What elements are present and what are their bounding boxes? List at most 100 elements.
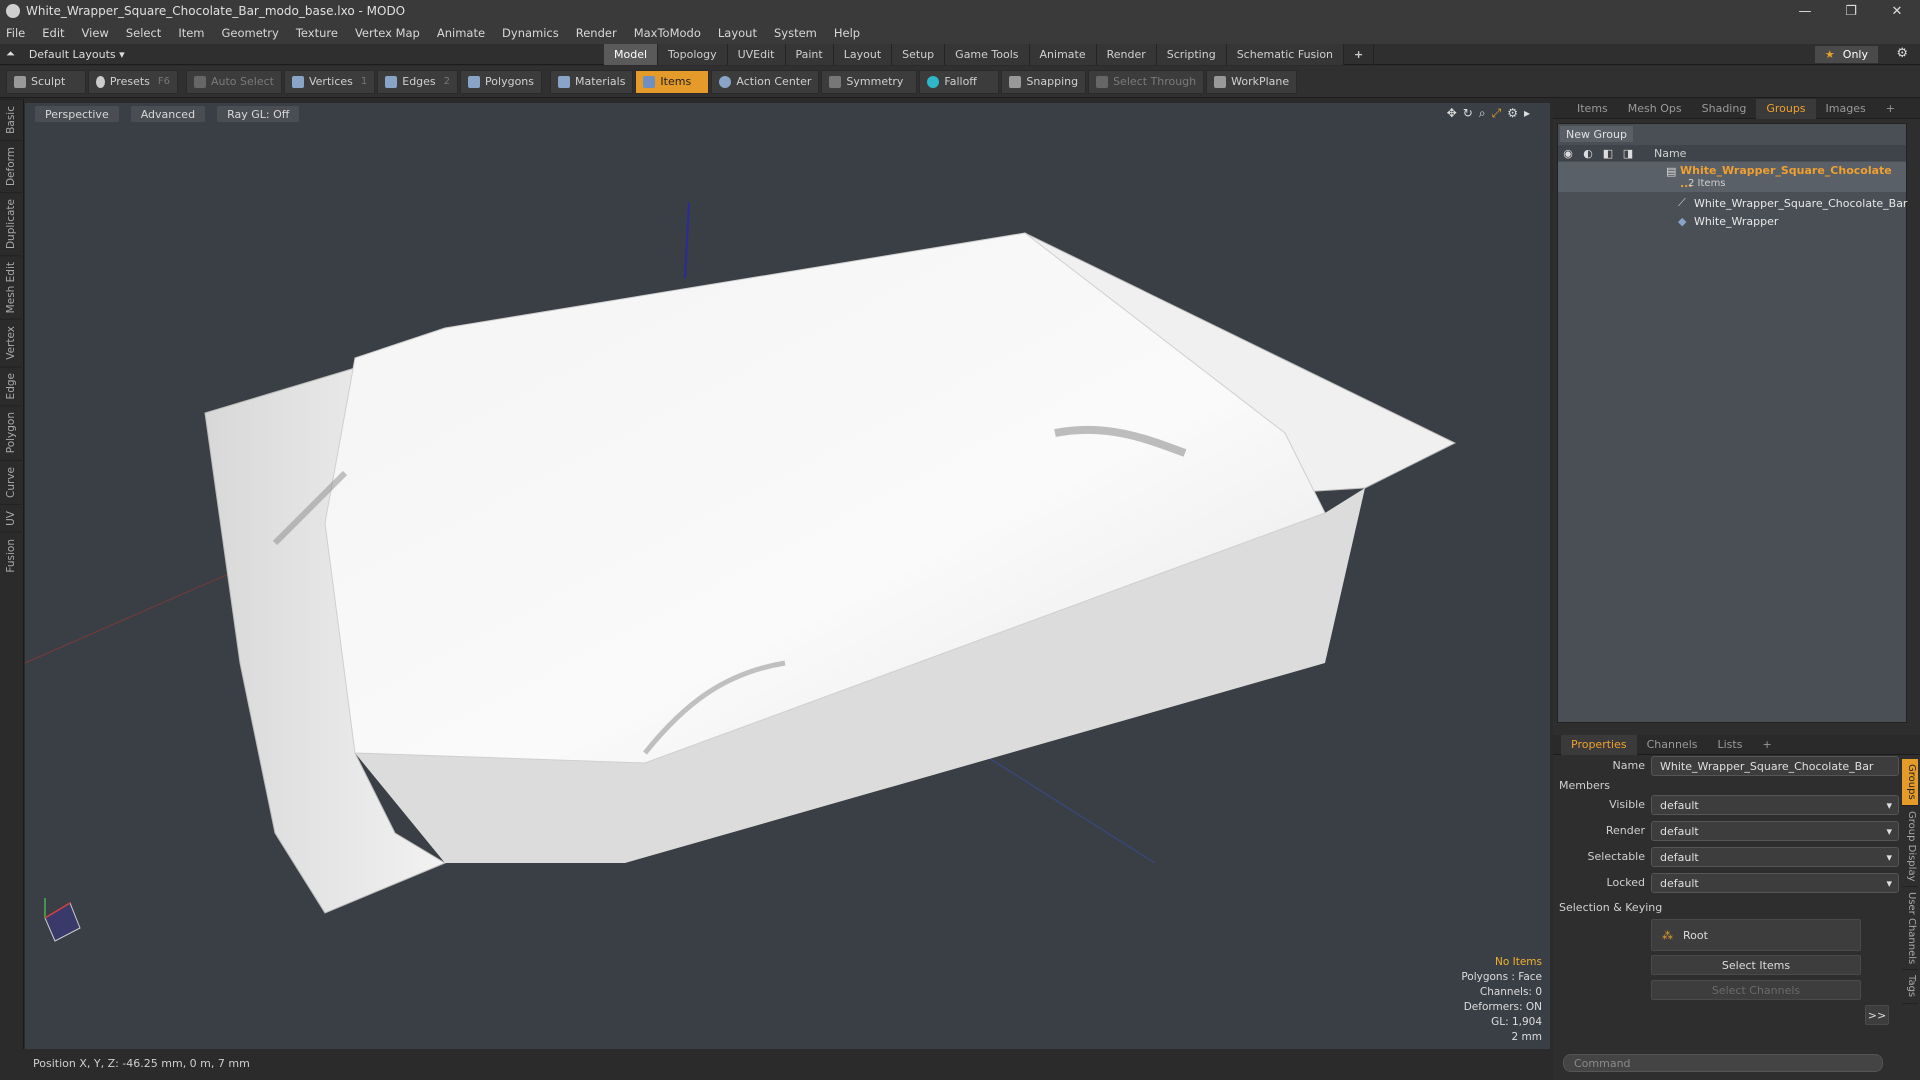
vtab-groups[interactable]: Groups <box>1902 759 1918 806</box>
snapping-button[interactable]: Snapping <box>1001 69 1087 94</box>
gear-icon[interactable]: ⚙ <box>1896 46 1908 61</box>
select-through-button[interactable]: Select Through <box>1088 69 1205 94</box>
tab-setup[interactable]: Setup <box>892 44 946 65</box>
action-center-button[interactable]: Action Center <box>711 69 820 94</box>
visibility-icon[interactable]: ◉ <box>1558 147 1578 160</box>
menu-dynamics[interactable]: Dynamics <box>502 26 559 40</box>
menu-system[interactable]: System <box>774 26 817 40</box>
left-tab-polygon[interactable]: Polygon <box>0 405 22 460</box>
left-tab-deform[interactable]: Deform <box>0 139 22 192</box>
layouts-dropdown[interactable]: ⏶ Default Layouts ▾ <box>6 47 125 61</box>
perspective-dropdown[interactable]: Perspective <box>35 106 119 122</box>
left-tab-curve[interactable]: Curve <box>0 459 22 504</box>
menu-geometry[interactable]: Geometry <box>222 26 279 40</box>
left-tab-uv[interactable]: UV <box>0 503 22 532</box>
left-tab-vertex[interactable]: Vertex <box>0 319 22 366</box>
visible-select[interactable]: default ▾ <box>1651 795 1899 815</box>
menu-animate[interactable]: Animate <box>437 26 485 40</box>
list-item[interactable]: ⟋ White_Wrapper_Square_Chocolate_Bar <box>1558 194 1907 212</box>
tab-topology[interactable]: Topology <box>658 44 728 65</box>
falloff-button[interactable]: Falloff <box>919 69 1000 94</box>
menu-layout[interactable]: Layout <box>718 26 757 40</box>
vertices-button[interactable]: Vertices 1 <box>283 69 376 94</box>
menu-texture[interactable]: Texture <box>296 26 338 40</box>
sculpt-button[interactable]: Sculpt <box>6 69 86 94</box>
menu-view[interactable]: View <box>82 26 109 40</box>
restore-button[interactable]: ❐ <box>1828 0 1874 22</box>
group-row[interactable]: ▤ White_Wrapper_Square_Chocolate ... 2 I… <box>1558 162 1906 192</box>
add-tab-button[interactable]: + <box>1344 44 1375 65</box>
only-toggle[interactable]: ★ Only <box>1814 46 1878 63</box>
minimize-button[interactable]: — <box>1782 0 1828 22</box>
tab-schematic-fusion[interactable]: Schematic Fusion <box>1226 44 1345 65</box>
3d-viewport[interactable]: Perspective Advanced Ray GL: Off ✥ ↻ ⌕ ⤢… <box>25 103 1550 1049</box>
tab-layout[interactable]: Layout <box>833 44 893 65</box>
tab-scripting[interactable]: Scripting <box>1156 44 1227 65</box>
tab-images[interactable]: Images <box>1816 99 1876 119</box>
polygons-button[interactable]: Polygons <box>460 69 542 94</box>
menu-item[interactable]: Item <box>178 26 204 40</box>
new-group-button[interactable]: New Group <box>1560 126 1633 142</box>
members-section[interactable]: Members <box>1559 779 1610 792</box>
command-input[interactable]: Command <box>1563 1054 1883 1072</box>
menu-render[interactable]: Render <box>576 26 617 40</box>
tab-properties[interactable]: Properties <box>1561 734 1637 755</box>
tab-paint[interactable]: Paint <box>785 44 834 65</box>
tab-groups[interactable]: Groups <box>1756 98 1816 119</box>
tab-items[interactable]: Items <box>1567 99 1618 119</box>
menu-vertex-map[interactable]: Vertex Map <box>355 26 420 40</box>
select-channels-button[interactable]: Select Channels <box>1651 980 1861 1000</box>
tab-shading[interactable]: Shading <box>1692 99 1757 119</box>
select-items-button[interactable]: Select Items <box>1651 955 1861 975</box>
advanced-dropdown[interactable]: Advanced <box>130 106 206 122</box>
menu-select[interactable]: Select <box>126 26 161 40</box>
close-button[interactable]: ✕ <box>1874 0 1920 22</box>
tab-channels[interactable]: Channels <box>1637 735 1708 755</box>
tab-mesh-ops[interactable]: Mesh Ops <box>1618 99 1692 119</box>
name-field[interactable]: White_Wrapper_Square_Chocolate_Bar <box>1651 756 1899 776</box>
auto-select-button[interactable]: Auto Select <box>186 69 282 94</box>
menu-edit[interactable]: Edit <box>42 26 64 40</box>
presets-button[interactable]: Presets F6 <box>88 69 178 94</box>
left-tab-fusion[interactable]: Fusion <box>0 531 22 579</box>
select-icon[interactable]: ◧ <box>1598 147 1618 160</box>
zoom-icon[interactable]: ⌕ <box>1479 106 1486 121</box>
left-tab-mesh-edit[interactable]: Mesh Edit <box>0 254 22 320</box>
edges-button[interactable]: Edges 2 <box>377 69 459 94</box>
more-button[interactable]: >> <box>1865 1005 1889 1025</box>
add-panel-tab[interactable]: + <box>1876 99 1905 119</box>
pan-icon[interactable]: ✥ <box>1447 106 1457 121</box>
left-tab-edge[interactable]: Edge <box>0 365 22 406</box>
left-tab-duplicate[interactable]: Duplicate <box>0 191 22 255</box>
locked-select[interactable]: default ▾ <box>1651 873 1899 893</box>
root-button[interactable]: ⁂ Root <box>1651 919 1861 951</box>
menu-maxtomodo[interactable]: MaxToModo <box>634 26 701 40</box>
tab-uvedit[interactable]: UVEdit <box>727 44 786 65</box>
selection-keying-section[interactable]: Selection & Keying <box>1559 901 1662 914</box>
tab-model[interactable]: Model <box>604 44 659 65</box>
viewport-menu-icon[interactable]: ▸ <box>1524 106 1530 121</box>
selectable-select[interactable]: default ▾ <box>1651 847 1899 867</box>
lock-icon[interactable]: ◨ <box>1618 147 1638 160</box>
symmetry-button[interactable]: Symmetry <box>821 69 918 94</box>
render-icon[interactable]: ◐ <box>1578 147 1598 160</box>
tab-render[interactable]: Render <box>1096 44 1157 65</box>
materials-button[interactable]: Materials <box>550 69 634 94</box>
rotate-icon[interactable]: ↻ <box>1463 106 1473 121</box>
maximize-icon[interactable]: ⤢ <box>1492 106 1502 121</box>
tab-animate[interactable]: Animate <box>1029 44 1097 65</box>
tab-lists[interactable]: Lists <box>1708 735 1753 755</box>
list-item[interactable]: ◆ White_Wrapper <box>1558 212 1906 230</box>
tab-game-tools[interactable]: Game Tools <box>945 44 1030 65</box>
left-tab-basic[interactable]: Basic <box>0 99 22 140</box>
workplane-button[interactable]: WorkPlane <box>1206 69 1298 94</box>
add-props-tab[interactable]: + <box>1752 735 1781 755</box>
menu-help[interactable]: Help <box>834 26 860 40</box>
collapse-icon[interactable]: ⏶ <box>6 47 15 61</box>
vtab-group-display[interactable]: Group Display <box>1902 806 1918 888</box>
vtab-tags[interactable]: Tags <box>1902 970 1918 1004</box>
render-select[interactable]: default ▾ <box>1651 821 1899 841</box>
raygl-toggle[interactable]: Ray GL: Off <box>217 106 300 122</box>
menu-file[interactable]: File <box>6 26 25 40</box>
viewport-settings-icon[interactable]: ⚙ <box>1507 106 1518 121</box>
